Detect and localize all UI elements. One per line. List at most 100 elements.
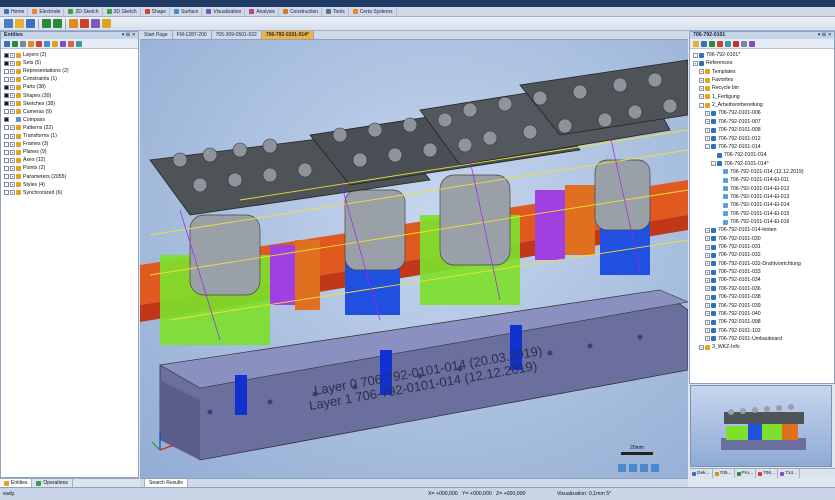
visibility-checkbox[interactable] [4, 68, 9, 74]
tree-item[interactable]: + Points (2) [4, 164, 45, 172]
expand-toggle-icon[interactable]: + [699, 94, 704, 100]
tree-item[interactable]: + Sketches (38) [4, 100, 55, 108]
visibility-checkbox[interactable] [4, 109, 9, 115]
expand-toggle-icon[interactable]: + [705, 252, 710, 258]
tree-item[interactable]: + Patterns (22) [4, 124, 53, 132]
expand-toggle-icon[interactable]: - [705, 144, 710, 150]
project-tree-item[interactable]: +706-792-0101-Umbauboard [705, 335, 782, 343]
tab-operations[interactable]: Operations [32, 479, 73, 487]
tree-item[interactable]: + Axes (12) [4, 156, 45, 164]
project-tree-item[interactable]: + Recycle bin [699, 84, 739, 92]
project-tree-item[interactable]: +706-792-0101-033 [705, 268, 761, 276]
menu-item-construction[interactable]: Construction [281, 7, 323, 16]
search-icon[interactable] [749, 41, 755, 47]
visibility-checkbox[interactable] [4, 117, 9, 123]
measure-icon[interactable] [80, 19, 89, 28]
electrode-tool-icon[interactable] [69, 19, 78, 28]
expand-toggle-icon[interactable]: + [705, 244, 710, 250]
export-icon[interactable] [717, 41, 723, 47]
delete-icon[interactable] [733, 41, 739, 47]
expand-toggle-icon[interactable]: + [705, 277, 710, 283]
project-tree-item[interactable]: + Favorites [699, 76, 733, 84]
new-document-icon[interactable] [701, 41, 707, 47]
new-folder-icon[interactable] [693, 41, 699, 47]
project-tree-item[interactable]: + References [693, 59, 733, 67]
tree-item[interactable]: + Cameras (9) [4, 108, 52, 116]
visibility-checkbox[interactable] [4, 165, 9, 171]
expand-toggle-icon[interactable]: + [10, 93, 15, 98]
filter-icon[interactable] [4, 41, 10, 47]
tab-document-2[interactable]: 705-309-0501-022 [212, 31, 262, 39]
project-tree-item[interactable]: - 706-792-0101-014 [705, 143, 761, 151]
menu-item-analysis[interactable]: Analysis [247, 7, 279, 16]
view-orientation-icons[interactable] [618, 464, 659, 472]
undo-icon[interactable] [42, 19, 51, 28]
save-icon[interactable] [26, 19, 35, 28]
project-tree-item[interactable]: +706-792-0101-014-hinten [705, 226, 777, 234]
group-icon[interactable] [36, 41, 42, 47]
expand-toggle-icon[interactable]: + [705, 127, 710, 133]
tree-item[interactable]: + Styles (4) [4, 181, 45, 189]
visualization-setting[interactable]: Visualization: 0,1mm 5° [557, 491, 611, 497]
redo-icon[interactable] [53, 19, 62, 28]
expand-toggle-icon[interactable]: + [699, 85, 704, 91]
visibility-checkbox[interactable] [4, 174, 9, 179]
expand-toggle-icon[interactable]: - [699, 102, 704, 108]
tree-item[interactable]: Compass [4, 116, 45, 124]
project-tree-item[interactable]: +706-792-0101-032-Drahtvorrichtung [705, 260, 801, 268]
right-panel-tab[interactable]: Pro... [735, 469, 757, 478]
tab-document-active[interactable]: 706-792-0101-014* [261, 31, 314, 39]
expand-toggle-icon[interactable]: + [705, 110, 710, 116]
expand-toggle-icon[interactable]: + [10, 149, 15, 155]
expand-toggle-icon[interactable]: + [10, 109, 15, 115]
tree-item[interactable]: + Synchronized (6) [4, 189, 62, 197]
project-tree-item[interactable]: +706-792-0101-102 [705, 327, 761, 335]
expand-toggle-icon[interactable]: + [693, 60, 698, 66]
project-tree-item[interactable]: +706-792-0101-098 [705, 318, 761, 326]
menu-item-surface[interactable]: Surface [172, 7, 203, 16]
project-tree-item[interactable]: 706-792-0101-014-El-012 [717, 185, 789, 193]
project-tree-item[interactable]: +706-792-0101-039 [705, 302, 761, 310]
tab-entities[interactable]: Entities [0, 479, 33, 487]
expand-toggle-icon[interactable]: + [699, 69, 704, 75]
expand-toggle-icon[interactable]: + [699, 344, 704, 350]
visibility-checkbox[interactable] [4, 52, 9, 58]
tree-item[interactable]: + Layers (2) [4, 51, 46, 59]
settings-icon[interactable] [52, 41, 58, 47]
search-icon[interactable] [60, 41, 66, 47]
expand-toggle-icon[interactable]: + [705, 319, 710, 325]
properties-icon[interactable] [741, 41, 747, 47]
tab-start-page[interactable]: Start Page [140, 31, 173, 39]
menu-item-3d-sketch[interactable]: 3D Sketch [105, 7, 141, 16]
menu-item-home[interactable]: Home [2, 7, 29, 16]
expand-toggle-icon[interactable]: + [705, 286, 710, 292]
project-tree-item[interactable]: +3_WKZ-Info [699, 343, 740, 351]
visibility-checkbox[interactable] [4, 141, 9, 147]
import-icon[interactable] [709, 41, 715, 47]
project-tree-item[interactable]: +706-792-0101-031 [705, 243, 761, 251]
visibility-checkbox[interactable] [4, 149, 9, 155]
panel-window-buttons[interactable]: ▾ ⊞ ✕ [818, 32, 832, 39]
expand-toggle-icon[interactable]: - [711, 161, 716, 167]
right-panel-tab[interactable]: 706... [756, 469, 779, 478]
project-tree-item[interactable]: 706-792-0101-014-El-014 [717, 201, 789, 209]
expand-toggle-icon[interactable]: + [699, 77, 704, 83]
select-icon[interactable] [91, 19, 100, 28]
expand-toggle-icon[interactable]: + [10, 76, 15, 82]
project-tree-item[interactable]: 706-792-0101-014-El-015 [717, 210, 789, 218]
project-tree-item[interactable]: 706-792-0101-014 (12.12.2019) [717, 168, 804, 176]
visibility-checkbox[interactable] [4, 84, 9, 90]
expand-toggle-icon[interactable]: + [10, 125, 15, 131]
tree-item[interactable]: + Shapes (30) [4, 92, 51, 100]
project-tree-item[interactable]: +706-792-0101-012 [705, 135, 761, 143]
expand-toggle-icon[interactable]: + [10, 174, 15, 179]
expand-toggle-icon[interactable]: + [10, 182, 15, 188]
menu-item-electrode[interactable]: Electrode [30, 7, 65, 16]
hide-all-icon[interactable] [20, 41, 26, 47]
expand-toggle-icon[interactable]: + [705, 303, 710, 308]
expand-toggle-icon[interactable]: + [10, 190, 15, 196]
tab-document-1[interactable]: FM-1287-200 [173, 31, 212, 39]
layer-icon[interactable] [28, 41, 34, 47]
project-tree-item[interactable]: + Templates [699, 68, 736, 76]
project-tree-item[interactable]: +706-792-0101-034 [705, 276, 761, 284]
